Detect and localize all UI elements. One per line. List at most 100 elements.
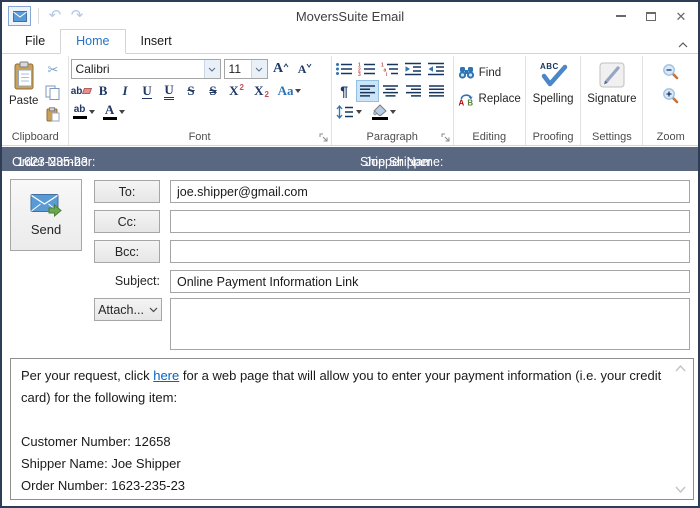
svg-text:ABC: ABC (540, 62, 559, 71)
clear-formatting-button[interactable]: ab (71, 81, 93, 101)
cc-input[interactable] (170, 210, 690, 233)
replace-icon: A B (458, 94, 473, 106)
proofing-group-label: Proofing (532, 131, 574, 143)
decrease-indent-icon (405, 62, 422, 76)
dropdown-caret-icon (118, 110, 125, 114)
replace-button[interactable]: A B Replace (456, 87, 523, 110)
scroll-up-button[interactable] (675, 365, 686, 372)
zoom-out-button[interactable] (660, 61, 681, 81)
italic-button[interactable]: I (115, 81, 136, 101)
undo-icon[interactable]: ↶ (46, 7, 64, 25)
show-formatting-marks-button[interactable]: ¶ (334, 81, 355, 101)
superscript-icon: X (229, 83, 239, 98)
group-font: Calibri 11 A A ab B I U U S S X 2 X 2 Aa… (69, 56, 332, 145)
minimize-button[interactable] (606, 2, 636, 30)
font-size-combobox[interactable]: 11 (223, 59, 268, 79)
bullets-icon (336, 63, 353, 75)
shrink-font-button[interactable]: A (295, 59, 316, 79)
group-proofing: ABC Spelling Proofing (526, 56, 582, 145)
shipper-name-value: Joe Shipper (365, 155, 432, 169)
subject-input[interactable] (170, 270, 690, 293)
zoom-in-button[interactable] (660, 85, 681, 105)
bold-button[interactable]: B (93, 81, 114, 101)
double-strikethrough-button[interactable]: S (203, 81, 224, 101)
strikethrough-button[interactable]: S (181, 81, 202, 101)
bullets-button[interactable] (334, 59, 355, 79)
text-highlight-button[interactable]: ab (71, 104, 97, 120)
grow-font-button[interactable]: A (271, 59, 292, 79)
double-underline-button[interactable]: U (159, 81, 180, 101)
subscript-mark: 2 (264, 90, 269, 99)
line-spacing-button[interactable] (334, 104, 364, 120)
numbering-button[interactable]: 1 2 3 (357, 59, 378, 79)
paragraph-group-label: Paragraph (366, 131, 418, 143)
superscript-button[interactable]: X 2 (225, 81, 249, 101)
underline-button[interactable]: U (137, 81, 158, 101)
align-left-button[interactable] (355, 80, 379, 102)
dialog-launcher-icon (319, 133, 328, 142)
scissors-icon: ✂ (47, 62, 59, 77)
cc-label: Cc: (117, 214, 137, 229)
change-case-icon: Aa (277, 83, 294, 98)
font-dialog-launcher[interactable] (318, 132, 329, 143)
signature-button[interactable]: Signature (583, 57, 640, 129)
subscript-button[interactable]: X 2 (250, 81, 274, 101)
attachments-box[interactable] (170, 298, 690, 350)
tab-insert[interactable]: Insert (126, 30, 187, 53)
close-button[interactable]: ✕ (666, 2, 696, 30)
to-input[interactable] (170, 180, 690, 203)
clipboard-group-label: Clipboard (11, 131, 59, 143)
paint-bucket-icon (372, 104, 387, 116)
multilevel-list-button[interactable]: 1 a i (380, 59, 401, 79)
zoom-group-label: Zoom (656, 131, 685, 143)
group-settings: Signature Settings (581, 56, 644, 145)
chevron-down-icon (675, 486, 686, 493)
align-center-icon (382, 85, 398, 97)
increase-indent-button[interactable] (426, 59, 447, 79)
font-color-button[interactable]: A (101, 103, 127, 121)
superscript-mark: 2 (239, 82, 244, 92)
font-name-combobox[interactable]: Calibri (70, 59, 221, 79)
spelling-button[interactable]: ABC Spelling (528, 57, 579, 129)
message-body[interactable]: Per your request, click here for a web p… (10, 358, 694, 500)
align-center-button[interactable] (380, 81, 401, 101)
quick-access-toolbar: ↶ ↷ (8, 6, 86, 26)
paste-clipboard-icon (14, 61, 34, 90)
maximize-icon (646, 11, 656, 21)
align-right-button[interactable] (403, 81, 424, 101)
app-envelope-icon[interactable] (8, 6, 31, 26)
signature-label: Signature (587, 93, 637, 105)
copy-icon (45, 85, 60, 100)
moverssuite-email-window: ↶ ↷ MoversSuite Email ✕ File Home Insert (0, 0, 700, 508)
close-icon: ✕ (675, 8, 687, 24)
svg-text:A: A (458, 98, 464, 106)
subscript-icon: X (254, 83, 264, 98)
collapse-ribbon-button[interactable] (678, 42, 688, 48)
minimize-icon (616, 15, 626, 17)
bcc-button[interactable]: Bcc: (94, 240, 160, 263)
decrease-indent-button[interactable] (403, 59, 424, 79)
to-button[interactable]: To: (94, 180, 160, 203)
cc-button[interactable]: Cc: (94, 210, 160, 233)
dialog-launcher-icon (441, 133, 450, 142)
redo-icon[interactable]: ↷ (68, 7, 86, 25)
tab-file[interactable]: File (10, 30, 60, 53)
justify-button[interactable] (426, 81, 447, 101)
maximize-button[interactable] (636, 2, 666, 30)
copy-button[interactable] (42, 82, 63, 102)
change-case-button[interactable]: Aa (275, 81, 305, 101)
attach-button[interactable]: Attach... (94, 298, 162, 321)
find-button[interactable]: Find (456, 61, 523, 84)
scroll-down-button[interactable] (675, 486, 686, 493)
grow-font-icon: A (272, 61, 284, 76)
paste-button[interactable]: Paste (5, 57, 42, 129)
paragraph-dialog-launcher[interactable] (440, 132, 451, 143)
tab-home[interactable]: Home (60, 29, 126, 54)
cut-button[interactable]: ✂ (42, 60, 63, 80)
payment-link[interactable]: here (153, 368, 179, 383)
shading-button[interactable] (370, 103, 398, 121)
send-button[interactable]: Send (10, 179, 82, 251)
paste-special-button[interactable] (42, 104, 63, 124)
combo-arrow-icon (250, 60, 267, 78)
bcc-input[interactable] (170, 240, 690, 263)
